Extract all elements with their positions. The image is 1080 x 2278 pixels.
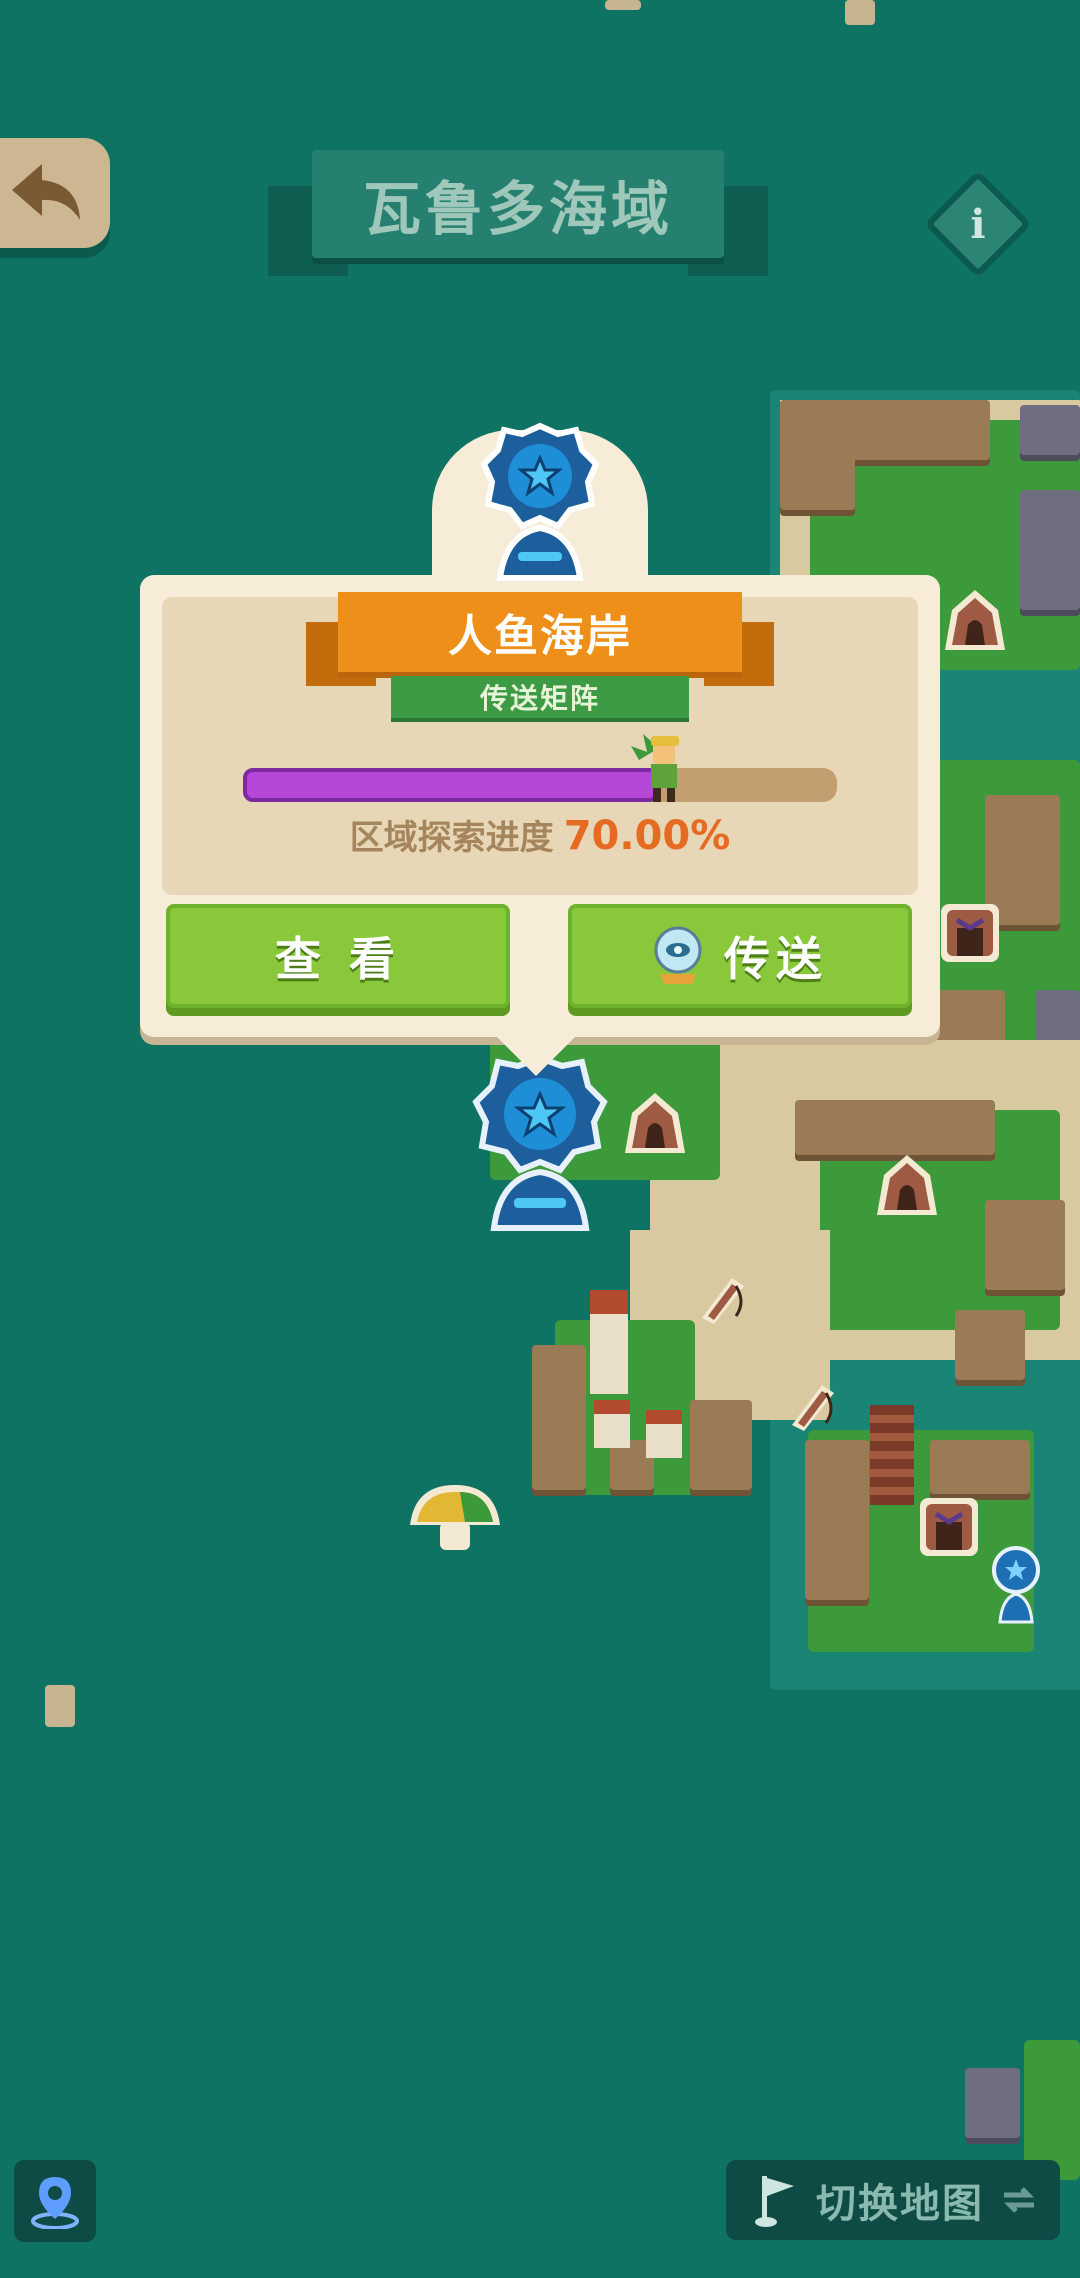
rock <box>845 0 875 25</box>
back-button[interactable] <box>0 138 110 248</box>
popup-pointer <box>490 1030 582 1076</box>
monster-lair-icon[interactable] <box>914 1492 984 1562</box>
info-icon: i <box>970 200 986 248</box>
region-title-ribbon: 瓦鲁多海域 <box>268 150 768 276</box>
location-type: 传送矩阵 <box>479 682 600 715</box>
waypoint-badge-icon <box>480 422 600 581</box>
back-arrow-icon <box>12 164 80 220</box>
dirt-block <box>985 1200 1065 1290</box>
dirt-block <box>795 1100 995 1155</box>
stone-block <box>1020 490 1080 610</box>
fishing-spot-icon[interactable] <box>692 1268 752 1328</box>
wooden-stairs <box>870 1405 914 1505</box>
dirt-block <box>805 1440 869 1600</box>
info-button[interactable]: i <box>924 170 1032 278</box>
monster-lair-icon[interactable] <box>935 898 1005 968</box>
grass-patch <box>1024 2040 1080 2180</box>
locate-button[interactable] <box>14 2160 96 2242</box>
progress-label: 区域探索进度 <box>349 818 554 858</box>
progress-bar-fill <box>243 768 659 802</box>
switch-map-button[interactable]: 切换地图 <box>726 2160 1060 2240</box>
swap-arrows-icon <box>1003 2187 1035 2213</box>
location-name: 人鱼海岸 <box>448 611 632 662</box>
selected-waypoint-icon[interactable] <box>470 1052 610 1232</box>
cave-icon[interactable] <box>940 585 1010 655</box>
region-title-plate: 瓦鲁多海域 <box>312 150 724 258</box>
cave-icon[interactable] <box>620 1088 690 1158</box>
crystal-orb-icon <box>654 926 702 984</box>
location-type-badge: 传送矩阵 <box>391 676 689 718</box>
teleport-button-label: 传送 <box>724 932 828 986</box>
dirt-block <box>532 1345 586 1490</box>
view-button[interactable]: 查 看 <box>166 904 510 1008</box>
teleport-button[interactable]: 传送 <box>568 904 912 1008</box>
switch-map-label: 切换地图 <box>816 2181 984 2227</box>
flag-icon <box>755 2176 794 2227</box>
player-avatar-icon <box>630 734 679 802</box>
rock <box>45 1685 75 1727</box>
banner-plate: 人鱼海岸 <box>338 592 742 672</box>
region-title: 瓦鲁多海域 <box>362 175 673 243</box>
exploration-progress: 区域探索进度 70.00% <box>240 810 840 860</box>
dirt-block <box>955 1310 1025 1380</box>
view-button-label: 查 看 <box>274 932 401 986</box>
dirt-block <box>780 400 855 510</box>
map-pin-icon <box>31 2177 79 2229</box>
house <box>594 1400 630 1448</box>
mushroom-icon[interactable] <box>405 1480 505 1560</box>
cave-icon[interactable] <box>872 1150 942 1220</box>
lighthouse <box>590 1290 628 1394</box>
progress-value: 70.00% <box>563 813 731 859</box>
fishing-spot-icon[interactable] <box>782 1375 842 1435</box>
exploration-progress-bar <box>243 768 837 802</box>
dirt-block <box>930 1440 1030 1494</box>
house <box>646 1410 682 1458</box>
stone-block <box>965 2068 1020 2138</box>
teleport-waypoint-icon[interactable] <box>988 1546 1044 1626</box>
dirt-block <box>690 1400 752 1490</box>
rock <box>605 0 641 10</box>
location-name-banner: 人鱼海岸 <box>198 592 774 686</box>
stone-block <box>1020 405 1080 455</box>
